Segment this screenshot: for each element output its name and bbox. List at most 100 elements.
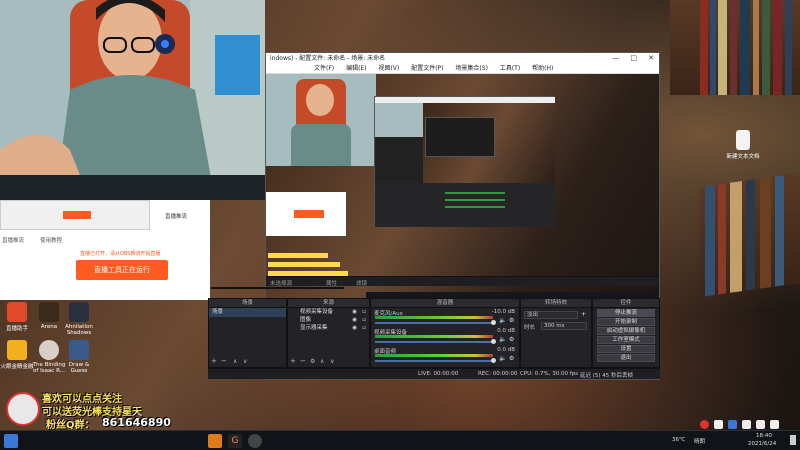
desktop-icon-live-assistant[interactable]: 直播助手 [0,302,34,332]
scenes-remove-icon[interactable]: − [221,357,227,365]
desktop-icon-new-text-doc[interactable]: 新建文本文档 [726,130,760,160]
scene-item[interactable]: 场景 [209,308,286,317]
menu-tools[interactable]: 工具(T) [500,65,520,72]
lock-icon[interactable]: ▫ [362,308,366,316]
desktop-icon-huoyan[interactable]: 火眼金睛金融 [0,340,34,370]
eye-icon[interactable]: ◉ [352,324,357,332]
duration-input[interactable]: 300 ms [541,322,587,330]
start-recording-button[interactable]: 开始录制 [597,318,655,326]
close-icon[interactable]: ✕ [648,53,654,64]
eye-icon[interactable]: ◉ [352,308,357,316]
desktop-icon-isaac[interactable]: The Binding of Isaac R... [32,340,66,374]
overlay-qq-number: 861646890 [102,416,171,429]
start-icon[interactable] [4,434,18,448]
taskbar-app-g[interactable]: G [228,434,242,448]
sources-dock-title: 来源 [288,299,369,308]
tray-icon-1[interactable] [700,420,709,429]
notification-icon[interactable] [790,435,796,445]
mixer-channel-db: 0.0 dB [497,347,515,353]
desktop-icon-label: The Binding of Isaac R... [32,362,66,374]
source-item-image[interactable]: 图像 ◉ ▫ [288,316,369,324]
source-item-video-capture[interactable]: 视频采集设备 ◉ ▫ [288,308,369,316]
scenes-down-icon[interactable]: ∨ [243,358,247,365]
tray-icon-5[interactable] [756,420,765,429]
desktop-icon-shadows[interactable]: Ahnilation Shadows [62,302,96,336]
tool-running-button[interactable]: 直播工具正在运行 [76,260,168,280]
transition-select[interactable]: 淡出 [524,311,578,319]
status-rec: REC: 00:00:00 [478,371,518,377]
tray-icon-3[interactable] [728,420,737,429]
volume-knob[interactable] [491,358,496,363]
menu-view[interactable]: 视图(V) [378,65,399,72]
sources-add-icon[interactable]: + [290,357,296,365]
transitions-dock: 转场特效 淡出 + 时长 300 ms [520,298,592,368]
speaker-icon[interactable]: 🔈 [499,317,506,324]
sources-remove-icon[interactable]: − [300,357,306,365]
lock-icon[interactable]: ▫ [362,324,366,332]
menu-edit[interactable]: 编辑(E) [346,65,366,72]
scenes-up-icon[interactable]: ∧ [233,358,237,365]
studio-mode-button[interactable]: 工作室模式 [597,336,655,344]
filters-button[interactable]: 滤镜 [356,279,367,287]
gear-icon[interactable]: ⚙ [509,317,514,324]
gear-icon[interactable]: ⚙ [509,355,514,362]
speaker-icon[interactable]: 🔈 [499,355,506,362]
status-dropped: 延迟 (5) 45 秒后丢帧 [580,373,634,379]
minimize-icon[interactable]: — [612,53,619,64]
gear-icon[interactable]: ⚙ [509,336,514,343]
volume-slider[interactable] [375,322,493,324]
virtual-camera-button[interactable]: 启动虚拟摄像机 [597,327,655,335]
eye-icon[interactable]: ◉ [352,316,357,324]
controls-dock: 控件 停止推流 开始录制 启动虚拟摄像机 工作室模式 设置 退出 [592,298,660,368]
volume-knob[interactable] [491,339,496,344]
stop-streaming-button[interactable]: 停止推流 [597,309,655,317]
nav-tutorial[interactable]: 使用教程 [40,236,62,244]
sources-down-icon[interactable]: ∨ [330,358,334,365]
source-name: 显示器采集 [300,325,328,331]
lock-icon[interactable]: ▫ [362,316,366,324]
scenes-add-icon[interactable]: + [211,357,217,365]
taskbar-app-obs[interactable] [248,434,262,448]
settings-button[interactable]: 设置 [597,345,655,353]
preview-overlay-text [266,249,364,299]
streamer-silhouette [0,0,265,200]
exit-button[interactable]: 退出 [597,354,655,362]
mixer-channel-video: 视频采集设备 0.0 dB 🔈 ⚙ [371,328,519,346]
overlay-qq-label: 粉丝Q群： [46,420,95,431]
properties-button[interactable]: 属性 [326,279,337,287]
no-source-label: 未选择源 [270,281,293,287]
plus-icon[interactable]: + [581,311,586,318]
avatar [6,392,40,426]
maximize-icon[interactable]: □ [630,53,637,64]
tray-icon-2[interactable] [714,420,723,429]
sources-up-icon[interactable]: ∧ [320,358,324,365]
obs-statusbar: LIVE: 00:00:00 REC: 00:00:00 CPU: 0.7%, … [208,368,660,379]
sources-settings-icon[interactable]: ⚙ [310,358,315,365]
menu-scene-collection[interactable]: 场景集合(S) [455,65,488,72]
desktop-icon-label: Draw & Guess [68,362,90,374]
nav-live-push[interactable]: 直播推流 [2,236,24,244]
tray-icon-4[interactable] [742,420,751,429]
volume-slider[interactable] [375,341,493,343]
menu-help[interactable]: 帮助(H) [532,65,553,72]
transitions-dock-title: 转场特效 [521,299,591,308]
speaker-icon[interactable]: 🔈 [499,336,506,343]
desktop-icon-draw-guess[interactable]: Draw & Guess [62,340,96,374]
preview-tool-window [266,192,346,236]
mixer-channel-db: -10.0 dB [491,309,515,315]
volume-slider[interactable] [375,360,493,362]
taskbar-app-streamer[interactable] [208,434,222,448]
source-item-display-capture[interactable]: 显示器采集 ◉ ▫ [288,324,369,332]
app-icon [7,302,27,322]
desktop-icon-label: Arena [40,324,58,330]
obs-titlebar: indows) - 配置文件: 未命名 - 场景: 未命名 — □ ✕ [266,53,659,64]
desktop-icon-arena[interactable]: Arena [32,302,66,330]
tray-icon-6[interactable] [770,420,779,429]
volume-knob[interactable] [491,320,496,325]
app-icon [69,302,89,322]
obs-preview[interactable] [266,74,659,330]
stream-overlay: 喜欢可以点点关注 可以送荧光棒支持星天 粉丝Q群： 861646890 [6,392,206,432]
file-icon [736,130,750,150]
menu-profile[interactable]: 配置文件(P) [411,65,443,72]
menu-file[interactable]: 文件(F) [314,65,334,72]
